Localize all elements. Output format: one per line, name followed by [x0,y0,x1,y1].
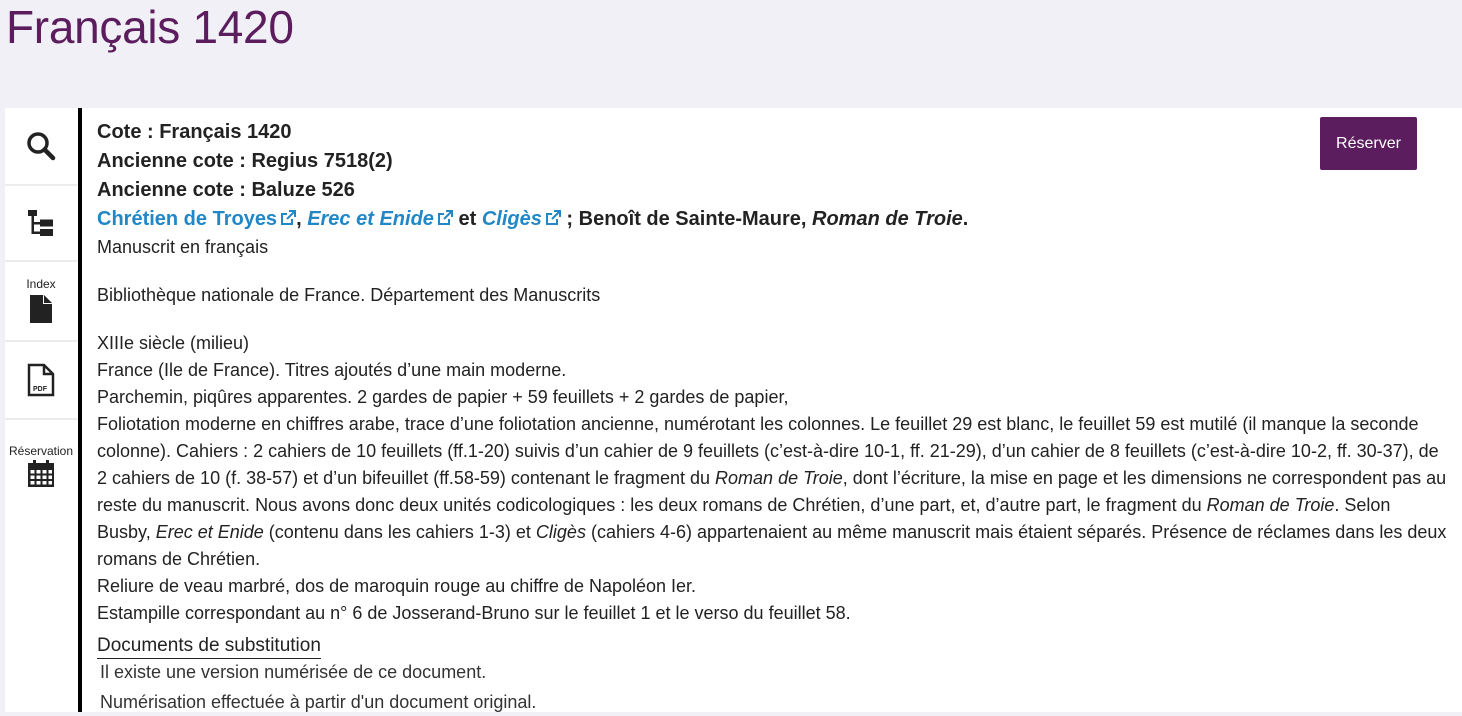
reservation-tool[interactable]: Réservation [5,420,77,496]
work1-link[interactable]: Erec et Enide [307,208,453,230]
binding: Reliure de veau marbré, dos de maroquin … [97,576,697,596]
external-link-icon [437,210,453,225]
index-tool[interactable]: Index [5,262,77,342]
sitemap-icon [28,210,53,236]
stamp: Estampille correspondant au n° 6 de Joss… [97,603,851,623]
page-title: Français 1420 [6,1,294,53]
svg-text:PDF: PDF [33,386,48,393]
date: XIIIe siècle (milieu) [97,333,250,353]
record-panel: Index PDF Réservation Réserver Cote: Fr… [5,108,1462,712]
support: Parchemin, piqûres apparentes. 2 gardes … [97,387,789,407]
work2-link[interactable]: Cligès [482,208,561,230]
index-label: Index [26,277,56,291]
calendar-icon [28,460,54,487]
search-icon [27,132,56,161]
reservation-label: Réservation [8,444,74,458]
external-link-icon [545,210,561,225]
search-tool[interactable] [5,108,77,186]
author-link[interactable]: Chrétien de Troyes [97,208,297,230]
pdf-icon: PDF [27,363,55,397]
collation: Foliotation moderne en chiffres arabe, t… [97,414,1447,569]
language: Manuscrit en français [97,237,269,257]
side-toolbar: Index PDF Réservation [5,108,77,712]
document-icon [30,295,52,323]
substitution-line-1: Il existe une version numérisée de ce do… [100,662,487,682]
pdf-tool[interactable]: PDF [5,342,77,420]
institution: Bibliothèque nationale de France. Départ… [97,285,601,305]
tree-tool[interactable] [5,186,77,262]
ancienne-cote-2: Ancienne cote : Baluze 526 [97,179,355,201]
origin: France (Ile de France). Titres ajoutés d… [97,360,567,380]
cote: Cote : Français 1420 [97,121,292,143]
title-line: Chrétien de Troyes, Erec et Enide et Cli… [97,208,969,230]
substitution-title: Documents de substitution [97,634,321,659]
external-link-icon [281,210,297,225]
ancienne-cote-1: Ancienne cote : Regius 7518(2) [97,150,393,172]
toolbar-divider [78,108,82,712]
record-content: Cote : Français 1420 Ancienne cote : Reg… [97,118,1447,716]
